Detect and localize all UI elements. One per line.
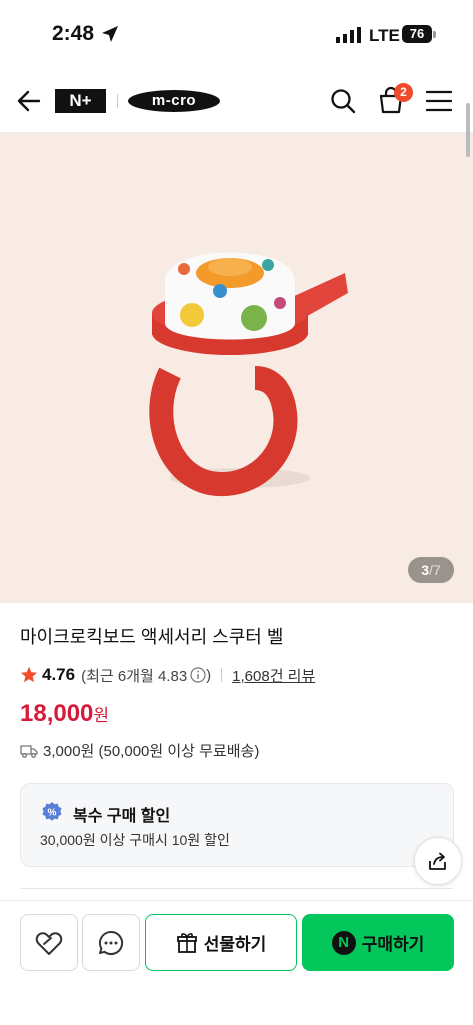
discount-percent-icon: % (42, 802, 62, 821)
network-type: LTE (369, 26, 400, 45)
nplus-logo-text: N+ (69, 91, 92, 110)
buy-button-label: 구매하기 (361, 935, 425, 954)
product-image-gallery[interactable]: 3/7 (0, 133, 473, 603)
price-value: 18,000 (20, 700, 94, 727)
menu-hamburger-icon[interactable] (426, 90, 452, 112)
talk-inquiry-button[interactable] (82, 914, 140, 971)
naver-pay-icon: N (331, 930, 356, 955)
wishlist-button[interactable] (20, 914, 78, 971)
scrollbar-thumb[interactable] (466, 103, 470, 157)
share-button[interactable] (414, 837, 462, 885)
shipping-text: 3,000원 (50,000원 이상 무료배송) (43, 743, 260, 760)
battery-cap (433, 31, 436, 38)
rating-separator (221, 668, 223, 682)
product-price: 18,000원 (20, 700, 109, 728)
discount-title: 복수 구매 할인 (73, 808, 171, 825)
battery-icon: 76 (402, 25, 432, 43)
rating-score: 4.76 (42, 665, 76, 684)
search-icon[interactable] (330, 88, 356, 114)
chat-bubble-icon (98, 930, 124, 955)
gift-box-icon (176, 932, 197, 953)
star-icon (20, 666, 38, 683)
logo-divider (117, 94, 118, 108)
discount-description: 30,000원 이상 구매시 10원 할인 (40, 832, 230, 848)
shipping-info: 3,000원 (50,000원 이상 무료배송) (20, 740, 259, 761)
product-title: 마이크로킥보드 액세서리 스쿠터 벨 (20, 627, 284, 647)
gift-button-label: 선물하기 (203, 935, 267, 954)
recent-rating-close: ) (206, 666, 212, 684)
micro-brand-logo[interactable]: m-cro (128, 90, 220, 112)
section-divider (20, 888, 453, 889)
counter-current: 3 (421, 562, 430, 578)
cart-count-badge: 2 (394, 83, 413, 102)
recent-rating: (최근 6개월 4.83 (81, 667, 188, 685)
bulk-discount-box: % 복수 구매 할인 30,000원 이상 구매시 10원 할인 (20, 783, 454, 867)
bottom-action-bar: 선물하기 N 구매하기 (0, 900, 473, 1025)
top-navigation: N+ m-cro 2 (0, 70, 473, 133)
buy-now-button[interactable]: N 구매하기 (302, 914, 454, 971)
counter-total: 7 (432, 562, 441, 578)
status-bar: 2:48 LTE 76 (0, 0, 473, 70)
heart-icon (35, 931, 63, 955)
svg-text:%: % (48, 808, 57, 819)
location-arrow-icon (102, 26, 118, 42)
scooter-bell-product-image (149, 252, 348, 497)
delivery-truck-icon (20, 744, 38, 758)
review-count-link[interactable]: 1,608건 리뷰 (232, 665, 315, 686)
share-icon (429, 852, 446, 870)
signal-icon (336, 27, 361, 43)
info-icon[interactable] (190, 667, 206, 683)
nplus-store-logo[interactable]: N+ (55, 89, 106, 113)
back-arrow-icon[interactable] (15, 87, 43, 115)
status-time: 2:48 (52, 22, 95, 45)
rating-row: 4.76 (최근 6개월 4.83 ) 1,608건 리뷰 (20, 663, 315, 687)
image-page-counter: 3/7 (408, 557, 454, 583)
price-unit: 원 (93, 706, 110, 725)
gift-button[interactable]: 선물하기 (145, 914, 297, 971)
